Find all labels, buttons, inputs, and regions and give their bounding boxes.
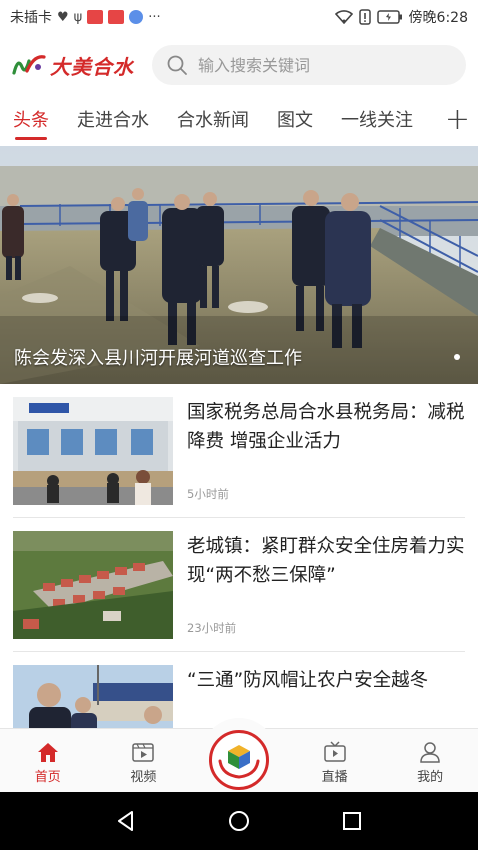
search-icon xyxy=(167,55,187,75)
app-notification-icon xyxy=(87,10,104,24)
clock: 傍晚6:28 xyxy=(408,10,468,26)
search-bar[interactable] xyxy=(152,45,466,85)
search-input[interactable] xyxy=(198,55,438,75)
tab-photos[interactable]: 图文 xyxy=(277,96,313,146)
back-icon[interactable] xyxy=(114,809,138,833)
news-item[interactable]: 国家税务总局合水县税务局：减税降费 增强企业活力 5小时前 xyxy=(0,384,478,518)
news-title: 老城镇：紧盯群众安全住房着力实现“两不愁三保障” xyxy=(187,536,465,586)
add-tab-button[interactable]: + xyxy=(436,96,470,146)
system-nav-bar xyxy=(0,792,478,850)
logo-mark-icon xyxy=(12,55,46,75)
usb-icon: ψ xyxy=(73,9,83,25)
news-item[interactable]: 老城镇：紧盯群众安全住房着力实现“两不愁三保障” 23小时前 xyxy=(0,518,478,652)
banner-caption: 陈会发深入县川河开展河道巡查工作 xyxy=(14,348,302,369)
home-icon xyxy=(37,743,58,762)
home-circle-icon[interactable] xyxy=(227,809,251,833)
live-icon xyxy=(323,741,346,762)
nav-video-label: 视频 xyxy=(130,770,157,785)
mail-notification-icon xyxy=(108,10,125,24)
news-time: 5小时前 xyxy=(187,487,229,501)
user-icon xyxy=(420,742,440,763)
nav-profile[interactable]: 我的 xyxy=(382,729,478,792)
news-thumbnail xyxy=(13,397,173,505)
app-logo: 大美合水 xyxy=(12,51,142,80)
nav-profile-label: 我的 xyxy=(417,770,444,785)
category-tabs: 头条 走进合水 合水新闻 图文 一线关注 xyxy=(0,96,478,146)
battery-icon xyxy=(376,10,402,24)
headline-banner[interactable]: 陈会发深入县川河开展河道巡查工作 xyxy=(0,146,478,384)
nav-home-label: 首页 xyxy=(34,770,61,785)
nav-live-label: 直播 xyxy=(321,770,348,785)
tab-heshui-news[interactable]: 合水新闻 xyxy=(177,96,249,146)
carousel-indicator xyxy=(454,354,460,360)
tab-headlines[interactable]: 头条 xyxy=(13,96,49,146)
wifi-icon xyxy=(334,10,353,24)
nav-video[interactable]: 视频 xyxy=(96,729,192,792)
news-thumbnail xyxy=(13,531,173,639)
nav-live[interactable]: 直播 xyxy=(287,729,383,792)
tab-explore-heshui[interactable]: 走进合水 xyxy=(77,96,149,146)
status-bar: 未插卡 ♥ ψ ··· 傍晚6:28 xyxy=(0,0,478,34)
recents-icon[interactable] xyxy=(340,809,364,833)
status-left: 未插卡 ♥ ψ ··· xyxy=(10,7,161,27)
app-header: 大美合水 xyxy=(0,34,478,96)
heart-icon: ♥ xyxy=(57,9,69,25)
center-logo-button[interactable] xyxy=(209,730,269,790)
no-sim-icon xyxy=(358,9,371,25)
news-time: 23小时前 xyxy=(187,621,237,635)
music-notification-icon xyxy=(129,10,144,24)
video-icon xyxy=(132,743,155,762)
news-title: “三通”防风帽让农户安全越冬 xyxy=(187,670,429,691)
status-right: 傍晚6:28 xyxy=(334,7,468,27)
cube-hands-icon xyxy=(218,745,260,779)
news-title: 国家税务总局合水县税务局：减税降费 增强企业活力 xyxy=(187,402,465,452)
carrier-label: 未插卡 xyxy=(10,10,52,26)
nav-home[interactable]: 首页 xyxy=(0,729,96,792)
tab-frontline[interactable]: 一线关注 xyxy=(341,96,413,146)
logo-text: 大美合水 xyxy=(50,54,134,79)
more-notifications-icon: ··· xyxy=(148,9,161,25)
